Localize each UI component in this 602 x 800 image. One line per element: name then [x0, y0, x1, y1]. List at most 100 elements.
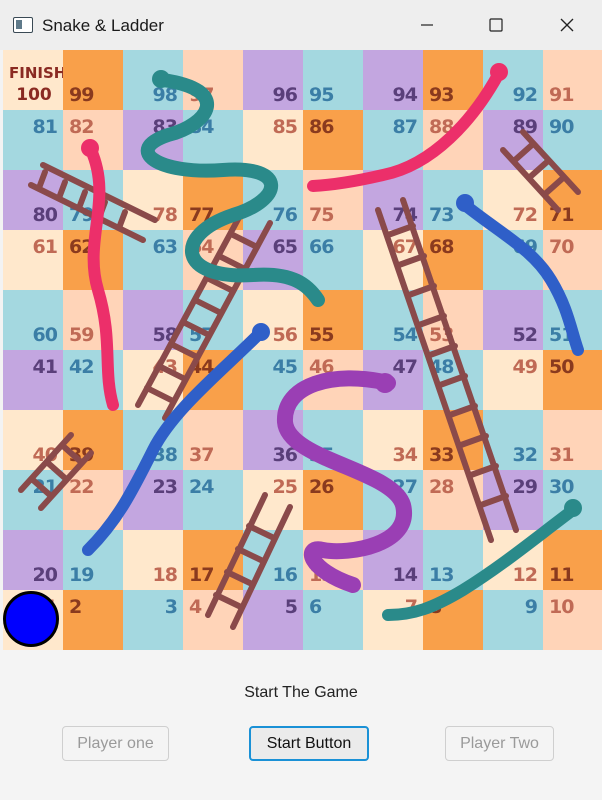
cell-number: 40 — [32, 444, 58, 466]
board-cell-99: 99 — [63, 50, 123, 110]
cell-number: 7 — [404, 596, 418, 618]
cell-number: 74 — [392, 204, 418, 226]
cell-number: 51 — [549, 324, 574, 346]
board-cell-76: 76 — [243, 170, 303, 230]
board-cell-13: 13 — [423, 530, 483, 590]
cell-number: 15 — [309, 564, 334, 586]
cell-number: 95 — [309, 84, 334, 106]
cell-number: 29 — [512, 476, 538, 498]
cell-number: 86 — [309, 116, 334, 138]
cell-number: 24 — [189, 476, 214, 498]
board-cell-69: 69 — [483, 230, 543, 290]
cell-number: 32 — [512, 444, 538, 466]
cell-number: 94 — [392, 84, 418, 106]
board-cell-79: 79 — [63, 170, 123, 230]
board-cell-9: 9 — [483, 590, 543, 650]
cell-number: 26 — [309, 476, 334, 498]
cell-number: 45 — [272, 356, 298, 378]
game-board[interactable]: FINISH 100 99 98 97 96 95 94 93 92 91 81 82 83 84 85 8… — [0, 50, 602, 650]
board-cell-77: 77 — [183, 170, 243, 230]
cell-number: 87 — [392, 116, 418, 138]
board-cell-86: 86 — [303, 110, 363, 170]
cell-number: 49 — [512, 356, 538, 378]
board-cell-64: 64 — [183, 230, 243, 290]
cell-number: 82 — [69, 116, 94, 138]
board-cell-94: 94 — [363, 50, 423, 110]
player-one-button[interactable]: Player one — [62, 726, 169, 761]
player-two-button[interactable]: Player Two — [445, 726, 554, 761]
board-cell-10: 10 — [543, 590, 602, 650]
cell-number: 30 — [549, 476, 574, 498]
board-cell-63: 63 — [123, 230, 183, 290]
board-cell-73: 73 — [423, 170, 483, 230]
cell-number: 35 — [309, 444, 334, 466]
board-cell-19: 19 — [63, 530, 123, 590]
board-cell-14: 14 — [363, 530, 423, 590]
cell-number: 99 — [69, 84, 94, 106]
app-icon — [13, 17, 33, 33]
board-cell-37: 37 — [183, 410, 243, 470]
maximize-button[interactable] — [469, 0, 523, 50]
board-cell-51: 51 — [543, 290, 602, 350]
cell-number: 65 — [272, 236, 298, 258]
board-cell-42: 42 — [63, 350, 123, 410]
cell-number: 13 — [429, 564, 454, 586]
board-cell-53: 53 — [423, 290, 483, 350]
board-cell-67: 67 — [363, 230, 423, 290]
cell-number: 59 — [69, 324, 94, 346]
board-cell-5: 5 — [243, 590, 303, 650]
board-cell-45: 45 — [243, 350, 303, 410]
board-cell-57: 57 — [183, 290, 243, 350]
board-cell-21: 21 — [3, 470, 63, 530]
board-cell-29: 29 — [483, 470, 543, 530]
cell-number: 48 — [429, 356, 454, 378]
cell-number: 64 — [189, 236, 214, 258]
window-title: Snake & Ladder — [42, 16, 164, 35]
cell-number: 38 — [152, 444, 178, 466]
board-cell-47: 47 — [363, 350, 423, 410]
board-cell-26: 26 — [303, 470, 363, 530]
cell-number: 18 — [152, 564, 178, 586]
cell-number: 68 — [429, 236, 454, 258]
board-cell-25: 25 — [243, 470, 303, 530]
board-cell-56: 56 — [243, 290, 303, 350]
cell-number: 79 — [69, 204, 94, 226]
cell-number: 5 — [284, 596, 298, 618]
cell-number: 37 — [189, 444, 214, 466]
cell-number: 92 — [512, 84, 538, 106]
minimize-button[interactable] — [400, 0, 454, 50]
cell-number: 62 — [69, 236, 94, 258]
board-cell-68: 68 — [423, 230, 483, 290]
finish-label: FINISH — [9, 64, 67, 82]
board-cell-3: 3 — [123, 590, 183, 650]
board-cell-40: 40 — [3, 410, 63, 470]
cell-number: 11 — [549, 564, 574, 586]
board-cell-96: 96 — [243, 50, 303, 110]
board-cell-71: 71 — [543, 170, 602, 230]
board-cell-22: 22 — [63, 470, 123, 530]
close-button[interactable] — [540, 0, 594, 50]
cell-number: 53 — [429, 324, 454, 346]
cell-number: 89 — [512, 116, 538, 138]
cell-number: 22 — [69, 476, 94, 498]
board-cell-32: 32 — [483, 410, 543, 470]
board-cell-33: 33 — [423, 410, 483, 470]
start-button[interactable]: Start Button — [249, 726, 369, 761]
board-cell-20: 20 — [3, 530, 63, 590]
cell-number: 23 — [152, 476, 178, 498]
board-cell-28: 28 — [423, 470, 483, 530]
board-cell-15: 15 — [303, 530, 363, 590]
board-cell-44: 44 — [183, 350, 243, 410]
board-cell-91: 91 — [543, 50, 602, 110]
cell-number: 41 — [32, 356, 58, 378]
cell-number: 54 — [392, 324, 418, 346]
board-cell-35: 35 — [303, 410, 363, 470]
cell-number: 57 — [189, 324, 214, 346]
cell-number: 42 — [69, 356, 94, 378]
control-panel: Start The Game Player one Start Button P… — [0, 650, 602, 800]
board-cell-97: 97 — [183, 50, 243, 110]
board-cell-81: 81 — [3, 110, 63, 170]
cell-number: 8 — [429, 596, 442, 618]
board-cell-24: 24 — [183, 470, 243, 530]
board-cell-78: 78 — [123, 170, 183, 230]
